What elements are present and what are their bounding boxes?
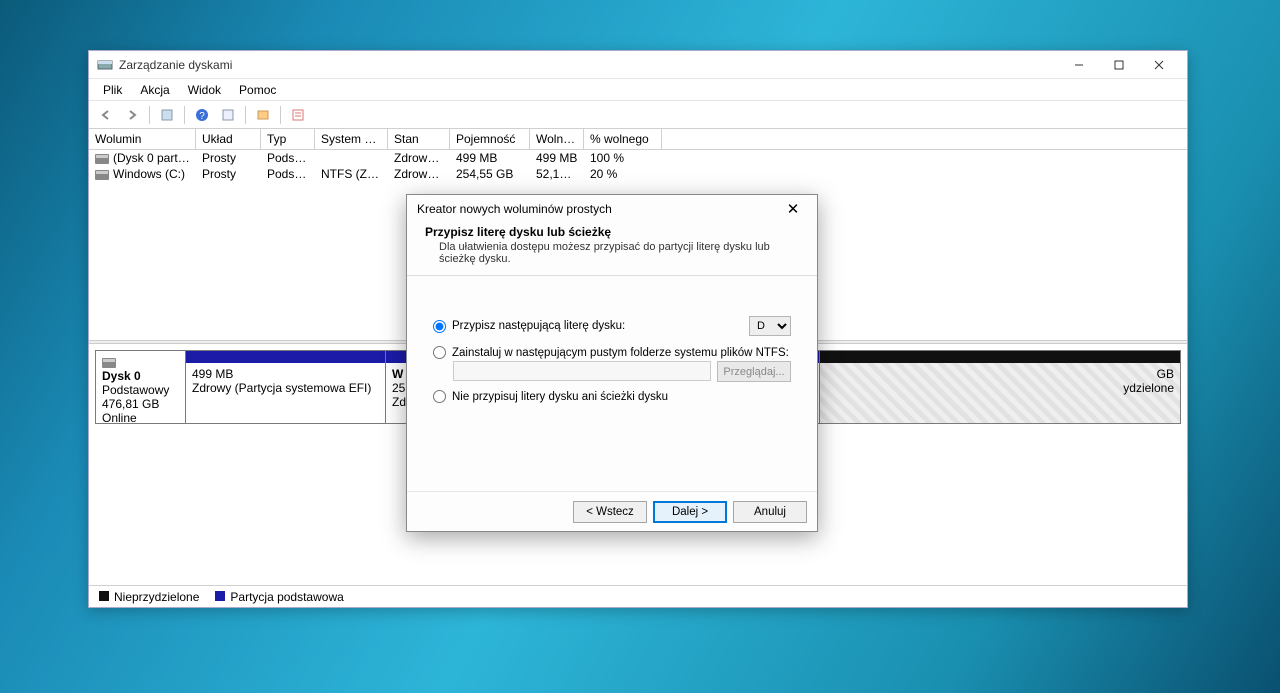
dialog-titlebar[interactable]: Kreator nowych woluminów prostych ✕ [407,195,817,223]
action-icon[interactable] [252,104,274,126]
col-volume[interactable]: Wolumin [89,129,196,149]
menu-action[interactable]: Akcja [132,81,177,99]
radio-mount-folder[interactable] [433,346,446,359]
properties-icon[interactable] [217,104,239,126]
close-button[interactable] [1139,52,1179,78]
volume-list-header: Wolumin Układ Typ System plik... Stan Po… [89,129,1187,150]
col-layout[interactable]: Układ [196,129,261,149]
drive-icon [95,170,109,180]
radio-assign-letter-label: Przypisz następującą literę dysku: [452,320,625,332]
drive-icon [102,358,116,368]
dialog-header: Przypisz literę dysku lub ścieżkę Dla uł… [407,223,817,275]
menu-file[interactable]: Plik [95,81,130,99]
new-volume-wizard-dialog: Kreator nowych woluminów prostych ✕ Przy… [406,194,818,532]
legend: Nieprzydzielone Partycja podstawowa [89,585,1187,607]
col-pctfree[interactable]: % wolnego [584,129,662,149]
col-status[interactable]: Stan [388,129,450,149]
list-icon[interactable] [287,104,309,126]
refresh-icon[interactable] [156,104,178,126]
cancel-button[interactable]: Anuluj [733,501,807,523]
radio-no-assign[interactable] [433,390,446,403]
drive-icon [95,154,109,164]
volume-row[interactable]: Windows (C:) Prosty Podstaw... NTFS (Zas… [89,166,1187,182]
col-type[interactable]: Typ [261,129,315,149]
close-icon[interactable]: ✕ [779,197,807,221]
dialog-body: Przypisz następującą literę dysku: D Zai… [407,276,817,491]
toolbar: ? [89,101,1187,129]
radio-mount-folder-label: Zainstaluj w następującym pustym folderz… [452,347,789,359]
partition-bar [186,351,385,363]
back-button[interactable]: < Wstecz [573,501,647,523]
radio-assign-letter[interactable] [433,320,446,333]
dialog-heading: Przypisz literę dysku lub ścieżkę [425,225,799,239]
swatch-primary [215,591,225,601]
dialog-title: Kreator nowych woluminów prostych [417,202,779,216]
dialog-subheading: Dla ułatwienia dostępu możesz przypisać … [439,241,799,265]
partition-unallocated[interactable]: GB ydzielone [820,351,1180,423]
partition-efi[interactable]: 499 MB Zdrowy (Partycja systemowa EFI) [186,351,386,423]
menubar: Plik Akcja Widok Pomoc [89,79,1187,101]
minimize-button[interactable] [1059,52,1099,78]
titlebar[interactable]: Zarządzanie dyskami [89,51,1187,79]
next-button[interactable]: Dalej > [653,501,727,523]
maximize-button[interactable] [1099,52,1139,78]
col-free[interactable]: Wolne ... [530,129,584,149]
swatch-unallocated [99,591,109,601]
help-icon[interactable]: ? [191,104,213,126]
svg-text:?: ? [199,111,205,122]
back-icon[interactable] [95,104,117,126]
window-title: Zarządzanie dyskami [119,58,1059,72]
drive-letter-select[interactable]: D [749,316,791,336]
col-capacity[interactable]: Pojemność [450,129,530,149]
radio-no-assign-label: Nie przypisuj litery dysku ani ścieżki d… [452,391,668,403]
forward-icon[interactable] [121,104,143,126]
browse-button: Przeglądaj... [717,361,791,382]
col-fs[interactable]: System plik... [315,129,388,149]
app-icon [97,57,113,73]
disk-info: Dysk 0 Podstawowy 476,81 GB Online [96,351,186,423]
volume-row[interactable]: (Dysk 0 partycja 1) Prosty Podstaw... Zd… [89,150,1187,166]
mount-path-input [453,361,711,381]
partition-bar [820,351,1180,363]
dialog-buttons: < Wstecz Dalej > Anuluj [407,491,817,531]
menu-help[interactable]: Pomoc [231,81,284,99]
menu-view[interactable]: Widok [180,81,229,99]
